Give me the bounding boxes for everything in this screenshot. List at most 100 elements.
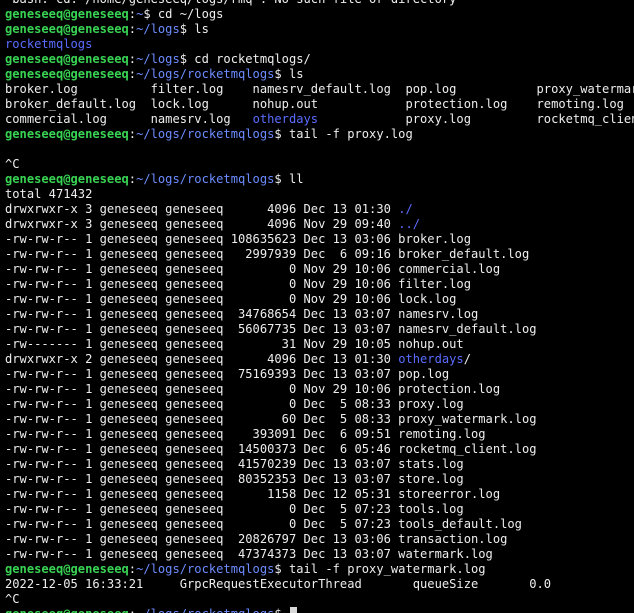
- prompt-path: ~/logs/rocketmqlogs: [136, 127, 275, 141]
- prompt-path: ~/logs: [136, 22, 180, 36]
- output-text: -rw-rw-r-- 1 geneseeq geneseeq 80352353 …: [5, 472, 464, 486]
- prompt-separator: :: [128, 52, 137, 66]
- output-text: -rw-rw-r-- 1 geneseeq geneseeq 0 Nov 29 …: [5, 382, 501, 396]
- output-line: 2022-12-05 16:33:21 GrpcRequestExecutorT…: [5, 577, 634, 592]
- output-line: -rw-rw-r-- 1 geneseeq geneseeq 0 Nov 29 …: [5, 292, 634, 307]
- output-text: ^C: [5, 592, 20, 606]
- terminal-output: -bash: cd: /home/geneseeq/logs/rmq~: No …: [5, 0, 634, 613]
- output-text: drwxrwxr-x 3 geneseeq geneseeq 4096 Dec …: [5, 202, 399, 216]
- output-line: -rw-rw-r-- 1 geneseeq geneseeq 0 Dec 5 0…: [5, 397, 634, 412]
- output-line: -rw-rw-r-- 1 geneseeq geneseeq 1158 Dec …: [5, 487, 634, 502]
- output-text: broker_default.log lock.log nohup.out pr…: [5, 97, 624, 111]
- output-text: -rw-rw-r-- 1 geneseeq geneseeq 0 Dec 5 0…: [5, 397, 464, 411]
- output-text: /: [463, 352, 471, 366]
- output-text: -rw-rw-r-- 1 geneseeq geneseeq 2997939 D…: [5, 247, 530, 261]
- prompt-symbol: $: [274, 172, 282, 186]
- output-text: -rw------- 1 geneseeq geneseeq 31 Nov 29…: [5, 337, 464, 351]
- prompt-user-host: geneseeq@geneseeq: [5, 562, 129, 576]
- prompt-separator: :: [129, 607, 136, 613]
- prompt-symbol: $: [274, 67, 282, 81]
- terminal-window[interactable]: -bash: cd: /home/geneseeq/logs/rmq~: No …: [0, 0, 634, 613]
- prompt-line: geneseeq@geneseeq:~/logs/rocketmqlogs$ l…: [5, 172, 634, 187]
- output-line: broker.log filter.log namesrv_default.lo…: [5, 82, 634, 97]
- output-text: 2022-12-05 16:33:21 GrpcRequestExecutorT…: [5, 577, 552, 591]
- prompt-separator: :: [128, 562, 137, 576]
- output-text: -rw-rw-r-- 1 geneseeq geneseeq 41570239 …: [5, 457, 464, 471]
- output-line: total 471432: [5, 187, 634, 202]
- command-text: cd rocketmqlogs/: [187, 52, 311, 66]
- command-text: ls: [187, 22, 209, 36]
- output-text: -bash: cd: /home/geneseeq/logs/rmq~: No …: [5, 0, 456, 6]
- output-line: -rw-rw-r-- 1 geneseeq geneseeq 0 Dec 5 0…: [5, 502, 634, 517]
- output-line: broker_default.log lock.log nohup.out pr…: [5, 97, 634, 112]
- output-line: drwxrwxr-x 3 geneseeq geneseeq 4096 Dec …: [5, 202, 634, 217]
- prompt-symbol: $: [179, 52, 188, 66]
- output-line: -rw-rw-r-- 1 geneseeq geneseeq 0 Nov 29 …: [5, 382, 634, 397]
- prompt-separator: :: [128, 22, 137, 36]
- output-text: -rw-rw-r-- 1 geneseeq geneseeq 393091 De…: [5, 427, 486, 441]
- output-line: ^C: [5, 157, 634, 172]
- prompt-path: ~/logs: [136, 52, 180, 66]
- prompt-symbol: $: [143, 7, 151, 21]
- output-text: -rw-rw-r-- 1 geneseeq geneseeq 108635623…: [5, 232, 471, 246]
- terminal-cursor: [289, 607, 297, 613]
- output-line: drwxrwxr-x 3 geneseeq geneseeq 4096 Nov …: [5, 217, 634, 232]
- prompt-symbol: $: [274, 127, 282, 141]
- output-text: proxy.log rocketmq_client.log: [405, 112, 634, 126]
- prompt-user-host: geneseeq@geneseeq: [5, 22, 129, 36]
- prompt-line: geneseeq@geneseeq:~/logs$ ls: [5, 22, 634, 37]
- output-line: -rw-rw-r-- 1 geneseeq geneseeq 80352353 …: [5, 472, 634, 487]
- output-line: -rw-rw-r-- 1 geneseeq geneseeq 0 Dec 5 0…: [5, 517, 634, 532]
- command-text: [282, 607, 289, 613]
- output-text: broker.log filter.log namesrv_default.lo…: [5, 82, 634, 96]
- output-text: -rw-rw-r-- 1 geneseeq geneseeq 20826797 …: [5, 532, 508, 546]
- output-line: -rw-rw-r-- 1 geneseeq geneseeq 393091 De…: [5, 427, 634, 442]
- output-text: -rw-rw-r-- 1 geneseeq geneseeq 14500373 …: [5, 442, 537, 456]
- prompt-line: geneseeq@geneseeq:~/logs$ cd rocketmqlog…: [5, 52, 634, 67]
- output-line: -rw-rw-r-- 1 geneseeq geneseeq 2997939 D…: [5, 247, 634, 262]
- output-line: ^C: [5, 592, 634, 607]
- prompt-user-host: geneseeq@geneseeq: [5, 127, 129, 141]
- prompt-separator: :: [128, 7, 137, 21]
- output-line: -rw-rw-r-- 1 geneseeq geneseeq 56067735 …: [5, 322, 634, 337]
- directory-name: rocketmqlogs: [5, 37, 93, 51]
- directory-name: ../: [398, 217, 421, 231]
- prompt-path: ~/logs/rocketmqlogs: [136, 172, 275, 186]
- prompt-symbol: $: [179, 22, 188, 36]
- output-line: -rw------- 1 geneseeq geneseeq 31 Nov 29…: [5, 337, 634, 352]
- output-line: -rw-rw-r-- 1 geneseeq geneseeq 75169393 …: [5, 367, 634, 382]
- output-text: commercial.log namesrv.log: [5, 112, 253, 126]
- prompt-path: ~/logs/rocketmqlogs: [136, 607, 274, 613]
- prompt-user-host: geneseeq@geneseeq: [5, 67, 129, 81]
- output-line: -rw-rw-r-- 1 geneseeq geneseeq 0 Nov 29 …: [5, 277, 634, 292]
- output-line: -rw-rw-r-- 1 geneseeq geneseeq 0 Nov 29 …: [5, 262, 634, 277]
- output-line: -rw-rw-r-- 1 geneseeq geneseeq 14500373 …: [5, 442, 634, 457]
- prompt-user-host: geneseeq@geneseeq: [5, 52, 129, 66]
- command-text: ll: [281, 172, 304, 186]
- prompt-line: geneseeq@geneseeq:~/logs/rocketmqlogs$ t…: [5, 127, 634, 142]
- output-line: drwxrwxr-x 2 geneseeq geneseeq 4096 Dec …: [5, 352, 634, 367]
- directory-name: ./: [398, 202, 413, 216]
- prompt-symbol: $: [274, 562, 282, 576]
- output-text: drwxrwxr-x 2 geneseeq geneseeq 4096 Dec …: [5, 352, 399, 366]
- output-text: -rw-rw-r-- 1 geneseeq geneseeq 0 Dec 5 0…: [5, 517, 522, 531]
- output-line: -rw-rw-r-- 1 geneseeq geneseeq 47374373 …: [5, 547, 634, 562]
- prompt-separator: :: [128, 127, 137, 141]
- output-text: -rw-rw-r-- 1 geneseeq geneseeq 75169393 …: [5, 367, 450, 381]
- output-text: -rw-rw-r-- 1 geneseeq geneseeq 34768654 …: [5, 307, 479, 321]
- prompt-separator: :: [128, 67, 137, 81]
- output-line: -rw-rw-r-- 1 geneseeq geneseeq 108635623…: [5, 232, 634, 247]
- prompt-symbol: $: [274, 607, 281, 613]
- output-text: -rw-rw-r-- 1 geneseeq geneseeq 47374373 …: [5, 547, 493, 561]
- output-text: -rw-rw-r-- 1 geneseeq geneseeq 0 Nov 29 …: [5, 262, 501, 276]
- prompt-path: ~/logs/rocketmqlogs: [136, 67, 275, 81]
- prompt-user-host: geneseeq@geneseeq: [5, 172, 129, 186]
- prompt-separator: :: [128, 172, 137, 186]
- output-text: -rw-rw-r-- 1 geneseeq geneseeq 1158 Dec …: [5, 487, 501, 501]
- prompt-line: geneseeq@geneseeq:~/logs/rocketmqlogs$: [5, 607, 634, 613]
- output-text: -rw-rw-r-- 1 geneseeq geneseeq 60 Dec 5 …: [5, 412, 537, 426]
- output-text: -rw-rw-r-- 1 geneseeq geneseeq 56067735 …: [5, 322, 537, 336]
- output-line: -rw-rw-r-- 1 geneseeq geneseeq 34768654 …: [5, 307, 634, 322]
- prompt-path: ~/logs/rocketmqlogs: [136, 562, 275, 576]
